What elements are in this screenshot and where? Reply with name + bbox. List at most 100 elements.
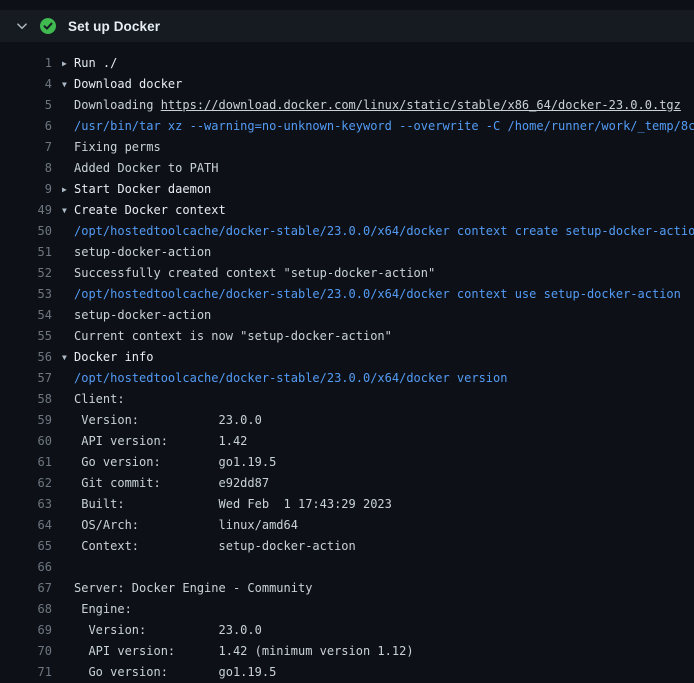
marker-spacer [62,389,74,410]
log-line[interactable]: 60 API version: 1.42 [0,431,694,452]
log-text: Built: Wed Feb 1 17:43:29 2023 [74,494,392,515]
line-number[interactable]: 59 [0,410,52,431]
log-line[interactable]: 49 ▼Create Docker context [0,200,694,221]
marker-spacer [62,284,74,305]
log-line[interactable]: 54 setup-docker-action [0,305,694,326]
line-number[interactable]: 63 [0,494,52,515]
log-line[interactable]: 59 Version: 23.0.0 [0,410,694,431]
marker-spacer [62,641,74,662]
line-number[interactable]: 66 [0,557,52,578]
line-number[interactable]: 67 [0,578,52,599]
marker-spacer [62,557,74,578]
marker-spacer [62,95,74,116]
log-line[interactable]: 67Server: Docker Engine - Community [0,578,694,599]
log-text: Run ./ [74,53,117,74]
log-line[interactable]: 1 ▶Run ./ [0,53,694,74]
triangle-right-icon[interactable]: ▶ [62,179,74,200]
log-text: Start Docker daemon [74,179,211,200]
line-number[interactable]: 58 [0,389,52,410]
log-line[interactable]: 4 ▼Download docker [0,74,694,95]
log-line[interactable]: 5Downloading https://download.docker.com… [0,95,694,116]
line-number[interactable]: 71 [0,662,52,683]
marker-spacer [62,662,74,683]
line-number[interactable]: 49 [0,200,52,221]
step-title: Set up Docker [68,19,160,34]
line-number[interactable]: 51 [0,242,52,263]
line-number[interactable]: 64 [0,515,52,536]
line-number[interactable]: 9 [0,179,52,200]
log-line[interactable]: 70 API version: 1.42 (minimum version 1.… [0,641,694,662]
log-line[interactable]: 62 Git commit: e92dd87 [0,473,694,494]
triangle-down-icon[interactable]: ▼ [62,347,74,368]
line-number[interactable]: 6 [0,116,52,137]
log-line[interactable]: 6/usr/bin/tar xz --warning=no-unknown-ke… [0,116,694,137]
log-text: Fixing perms [74,137,161,158]
line-number[interactable]: 62 [0,473,52,494]
log-lines: 1▶Run ./4▼Download docker5Downloading ht… [0,42,694,683]
log-line[interactable]: 66 [0,557,694,578]
log-line[interactable]: 7 Fixing perms [0,137,694,158]
line-number[interactable]: 57 [0,368,52,389]
log-line[interactable]: 61 Go version: go1.19.5 [0,452,694,473]
marker-spacer [62,473,74,494]
log-text: Create Docker context [74,200,226,221]
marker-spacer [62,515,74,536]
line-number[interactable]: 5 [0,95,52,116]
log-line[interactable]: 63 Built: Wed Feb 1 17:43:29 2023 [0,494,694,515]
log-line[interactable]: 65 Context: setup-docker-action [0,536,694,557]
line-number[interactable]: 61 [0,452,52,473]
line-number[interactable]: 60 [0,431,52,452]
triangle-down-icon[interactable]: ▼ [62,200,74,221]
log-line[interactable]: 68 Engine: [0,599,694,620]
marker-spacer [62,494,74,515]
log-text: setup-docker-action [74,242,211,263]
log-line[interactable]: 53/opt/hostedtoolcache/docker-stable/23.… [0,284,694,305]
line-number[interactable]: 55 [0,326,52,347]
log-text: Go version: go1.19.5 [74,452,276,473]
marker-spacer [62,536,74,557]
marker-spacer [62,452,74,473]
log-line[interactable]: 8Added Docker to PATH [0,158,694,179]
line-number[interactable]: 1 [0,53,52,74]
line-number[interactable]: 65 [0,536,52,557]
log-link[interactable]: https://download.docker.com/linux/static… [161,98,681,112]
log-text: Docker info [74,347,153,368]
log-line[interactable]: 50/opt/hostedtoolcache/docker-stable/23.… [0,221,694,242]
line-number[interactable]: 54 [0,305,52,326]
log-line[interactable]: 56 ▼Docker info [0,347,694,368]
log-line[interactable]: 52Successfully created context "setup-do… [0,263,694,284]
log-text: /opt/hostedtoolcache/docker-stable/23.0.… [74,221,694,242]
log-text: Download docker [74,74,182,95]
line-number[interactable]: 4 [0,74,52,95]
log-text: OS/Arch: linux/amd64 [74,515,298,536]
line-number[interactable]: 56 [0,347,52,368]
line-number[interactable]: 50 [0,221,52,242]
log-line[interactable]: 55Current context is now "setup-docker-a… [0,326,694,347]
log-line[interactable]: 64 OS/Arch: linux/amd64 [0,515,694,536]
line-number[interactable]: 69 [0,620,52,641]
log-line[interactable]: 9 ▶Start Docker daemon [0,179,694,200]
log-line[interactable]: 69 Version: 23.0.0 [0,620,694,641]
check-circle-icon [40,18,56,34]
line-number[interactable]: 68 [0,599,52,620]
triangle-right-icon[interactable]: ▶ [62,53,74,74]
line-number[interactable]: 8 [0,158,52,179]
marker-spacer [62,410,74,431]
line-number[interactable]: 70 [0,641,52,662]
log-text: Engine: [74,599,132,620]
triangle-down-icon[interactable]: ▼ [62,74,74,95]
log-text: setup-docker-action [74,305,211,326]
marker-spacer [62,599,74,620]
line-number[interactable]: 53 [0,284,52,305]
log-line[interactable]: 51 setup-docker-action [0,242,694,263]
log-line[interactable]: 71 Go version: go1.19.5 [0,662,694,683]
log-line[interactable]: 57/opt/hostedtoolcache/docker-stable/23.… [0,368,694,389]
marker-spacer [62,578,74,599]
chevron-down-icon[interactable] [16,20,28,32]
marker-spacer [62,368,74,389]
step-header[interactable]: Set up Docker [0,10,694,42]
line-number[interactable]: 7 [0,137,52,158]
line-number[interactable]: 52 [0,263,52,284]
marker-spacer [62,305,74,326]
log-line[interactable]: 58Client: [0,389,694,410]
